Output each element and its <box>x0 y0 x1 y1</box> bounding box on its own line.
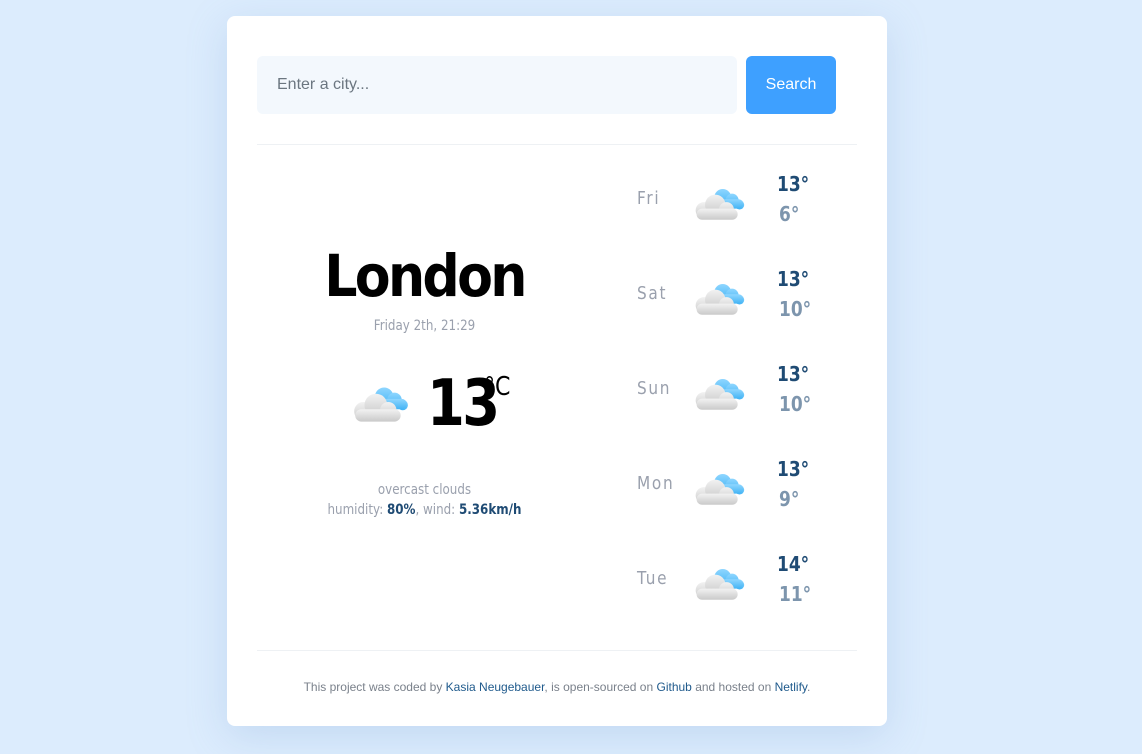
footer-text: This project was coded by <box>303 680 446 694</box>
forecast-min-temp: 10° <box>779 297 812 321</box>
netlify-link[interactable]: Netlify <box>775 680 807 694</box>
github-link[interactable]: Github <box>657 680 692 694</box>
wind-label: , wind: <box>415 502 459 518</box>
forecast-max-temp: 13° <box>777 457 810 481</box>
forecast-min-temp: 9° <box>779 487 800 511</box>
forecast-day: Mon 13° 9° <box>627 451 827 531</box>
forecast-day-name: Fri <box>637 188 661 209</box>
humidity-label: humidity: <box>327 502 387 518</box>
divider <box>257 650 857 651</box>
forecast-max-temp: 13° <box>777 267 810 291</box>
forecast-day-name: Tue <box>637 568 669 589</box>
cloud-icon <box>691 564 747 607</box>
city-search-input[interactable] <box>257 56 737 114</box>
city-name: London <box>324 242 527 310</box>
footer-text: , is open-sourced on <box>544 680 657 694</box>
search-form: Search <box>257 56 837 114</box>
forecast-min-temp: 10° <box>779 392 812 416</box>
forecast-day-name: Sun <box>637 378 672 399</box>
cloud-icon <box>691 374 747 417</box>
footer-text: . <box>807 680 811 694</box>
cloud-icon <box>349 382 411 429</box>
forecast-min-temp: 11° <box>779 582 812 606</box>
forecast-day: Sun 13° 10° <box>627 356 827 436</box>
cloud-icon <box>691 184 747 227</box>
weather-card: Search London Friday 2th, 21:29 13 °C ov… <box>227 16 887 726</box>
current-weather: London Friday 2th, 21:29 13 °C overcast … <box>287 236 562 518</box>
footer: This project was coded by Kasia Neugebau… <box>227 680 887 694</box>
forecast-day-name: Sat <box>637 283 668 304</box>
forecast-day: Fri 13° 6° <box>627 166 827 246</box>
author-link[interactable]: Kasia Neugebauer <box>446 680 545 694</box>
forecast-day: Tue 14° 11° <box>627 546 827 626</box>
forecast-max-temp: 14° <box>777 552 810 576</box>
footer-text: and hosted on <box>691 680 775 694</box>
current-temperature-row: 13 °C <box>287 364 562 444</box>
cloud-icon <box>691 279 747 322</box>
forecast-day: Sat 13° 10° <box>627 261 827 341</box>
forecast-max-temp: 13° <box>777 362 810 386</box>
forecast-min-temp: 6° <box>779 202 800 226</box>
forecast-day-name: Mon <box>637 473 675 494</box>
humidity-value: 80% <box>386 502 416 518</box>
weather-description: overcast clouds <box>377 482 472 498</box>
wind-value: 5.36km/h <box>458 502 522 518</box>
temperature-unit: °C <box>484 372 511 402</box>
weather-details: humidity: 80%, wind: 5.36km/h <box>308 502 542 518</box>
date-time: Friday 2th, 21:29 <box>373 318 476 334</box>
search-button[interactable]: Search <box>746 56 836 114</box>
divider <box>257 144 857 145</box>
forecast-max-temp: 13° <box>777 172 810 196</box>
cloud-icon <box>691 469 747 512</box>
